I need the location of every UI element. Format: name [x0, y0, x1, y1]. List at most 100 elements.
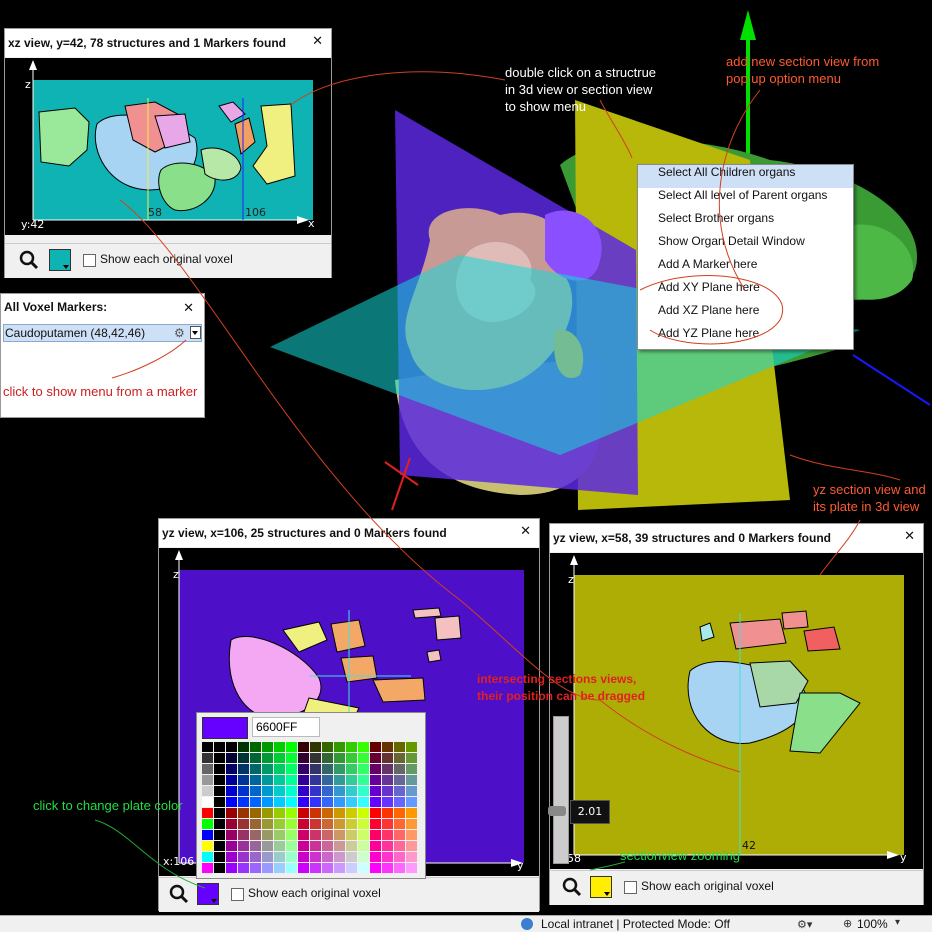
- palette-swatch[interactable]: [202, 808, 213, 818]
- palette-swatch[interactable]: [358, 863, 369, 873]
- palette-swatch[interactable]: [394, 775, 405, 785]
- palette-swatch[interactable]: [346, 764, 357, 774]
- palette-swatch[interactable]: [238, 863, 249, 873]
- palette-swatch[interactable]: [322, 753, 333, 763]
- palette-swatch[interactable]: [298, 863, 309, 873]
- palette-swatch[interactable]: [406, 753, 417, 763]
- palette-swatch[interactable]: [382, 742, 393, 752]
- palette-swatch[interactable]: [262, 808, 273, 818]
- palette-swatch[interactable]: [346, 753, 357, 763]
- palette-swatch[interactable]: [394, 753, 405, 763]
- palette-swatch[interactable]: [202, 797, 213, 807]
- palette-swatch[interactable]: [262, 742, 273, 752]
- palette-swatch[interactable]: [394, 797, 405, 807]
- palette-swatch[interactable]: [250, 808, 261, 818]
- palette-swatch[interactable]: [286, 863, 297, 873]
- menu-item-add-marker[interactable]: Add A Marker here: [638, 257, 853, 280]
- palette-swatch[interactable]: [250, 764, 261, 774]
- palette-swatch[interactable]: [370, 830, 381, 840]
- palette-swatch[interactable]: [238, 786, 249, 796]
- zoom-dropdown-icon[interactable]: ▾: [895, 917, 900, 928]
- palette-swatch[interactable]: [322, 841, 333, 851]
- palette-swatch[interactable]: [346, 775, 357, 785]
- palette-swatch[interactable]: [298, 742, 309, 752]
- palette-swatch[interactable]: [298, 841, 309, 851]
- palette-swatch[interactable]: [214, 753, 225, 763]
- security-icon[interactable]: ⚙▾: [797, 918, 812, 931]
- palette-swatch[interactable]: [334, 786, 345, 796]
- plate-color-swatch[interactable]: [49, 249, 71, 271]
- palette-swatch[interactable]: [310, 797, 321, 807]
- palette-swatch[interactable]: [298, 764, 309, 774]
- palette-swatch[interactable]: [310, 775, 321, 785]
- palette-swatch[interactable]: [298, 786, 309, 796]
- close-icon[interactable]: ✕: [312, 35, 323, 49]
- menu-item-select-brothers[interactable]: Select Brother organs: [638, 211, 853, 234]
- palette-swatch[interactable]: [274, 742, 285, 752]
- palette-swatch[interactable]: [346, 830, 357, 840]
- palette-swatch[interactable]: [310, 753, 321, 763]
- palette-swatch[interactable]: [406, 797, 417, 807]
- palette-swatch[interactable]: [358, 742, 369, 752]
- magnifier-icon[interactable]: [562, 877, 582, 897]
- zoom-icon[interactable]: ⊕: [843, 917, 852, 930]
- palette-swatch[interactable]: [214, 808, 225, 818]
- palette-swatch[interactable]: [202, 786, 213, 796]
- palette-swatch[interactable]: [394, 742, 405, 752]
- palette-swatch[interactable]: [274, 841, 285, 851]
- palette-swatch[interactable]: [262, 863, 273, 873]
- palette-swatch[interactable]: [370, 852, 381, 862]
- palette-swatch[interactable]: [322, 775, 333, 785]
- show-voxel-checkbox[interactable]: [83, 254, 96, 267]
- palette-swatch[interactable]: [298, 797, 309, 807]
- palette-swatch[interactable]: [274, 775, 285, 785]
- palette-swatch[interactable]: [346, 852, 357, 862]
- palette-swatch[interactable]: [394, 808, 405, 818]
- palette-swatch[interactable]: [346, 841, 357, 851]
- palette-swatch[interactable]: [334, 753, 345, 763]
- palette-swatch[interactable]: [262, 786, 273, 796]
- palette-swatch[interactable]: [214, 764, 225, 774]
- palette-swatch[interactable]: [262, 819, 273, 829]
- palette-swatch[interactable]: [358, 753, 369, 763]
- palette-swatch[interactable]: [286, 742, 297, 752]
- palette-swatch[interactable]: [214, 742, 225, 752]
- palette-swatch[interactable]: [358, 764, 369, 774]
- zoom-level[interactable]: 100%: [857, 917, 888, 931]
- palette-swatch[interactable]: [310, 764, 321, 774]
- palette-swatch[interactable]: [250, 863, 261, 873]
- palette-swatch[interactable]: [322, 764, 333, 774]
- palette-swatch[interactable]: [286, 753, 297, 763]
- palette-swatch[interactable]: [262, 841, 273, 851]
- palette-swatch[interactable]: [274, 830, 285, 840]
- palette-swatch[interactable]: [226, 797, 237, 807]
- palette-swatch[interactable]: [382, 863, 393, 873]
- palette-swatch[interactable]: [286, 830, 297, 840]
- palette-swatch[interactable]: [370, 742, 381, 752]
- palette-swatch[interactable]: [406, 841, 417, 851]
- palette-swatch[interactable]: [202, 863, 213, 873]
- palette-swatch[interactable]: [322, 808, 333, 818]
- palette-swatch[interactable]: [274, 819, 285, 829]
- palette-swatch[interactable]: [214, 830, 225, 840]
- palette-swatch[interactable]: [214, 797, 225, 807]
- palette-swatch[interactable]: [334, 819, 345, 829]
- palette-swatch[interactable]: [238, 797, 249, 807]
- palette-swatch[interactable]: [286, 852, 297, 862]
- palette-swatch[interactable]: [298, 852, 309, 862]
- palette-swatch[interactable]: [358, 830, 369, 840]
- menu-item-add-xz-plane[interactable]: Add XZ Plane here: [638, 303, 853, 326]
- palette-swatch[interactable]: [370, 819, 381, 829]
- menu-item-add-yz-plane[interactable]: Add YZ Plane here: [638, 326, 853, 349]
- palette-swatch[interactable]: [226, 841, 237, 851]
- palette-swatch[interactable]: [226, 764, 237, 774]
- palette-swatch[interactable]: [358, 852, 369, 862]
- xz-view-window[interactable]: xz view, y=42, 78 structures and 1 Marke…: [4, 28, 332, 278]
- palette-swatch[interactable]: [382, 753, 393, 763]
- palette-swatch[interactable]: [226, 742, 237, 752]
- palette-swatch[interactable]: [214, 863, 225, 873]
- palette-swatch[interactable]: [250, 797, 261, 807]
- palette-swatch[interactable]: [382, 808, 393, 818]
- palette-swatch[interactable]: [382, 830, 393, 840]
- palette-swatch[interactable]: [226, 819, 237, 829]
